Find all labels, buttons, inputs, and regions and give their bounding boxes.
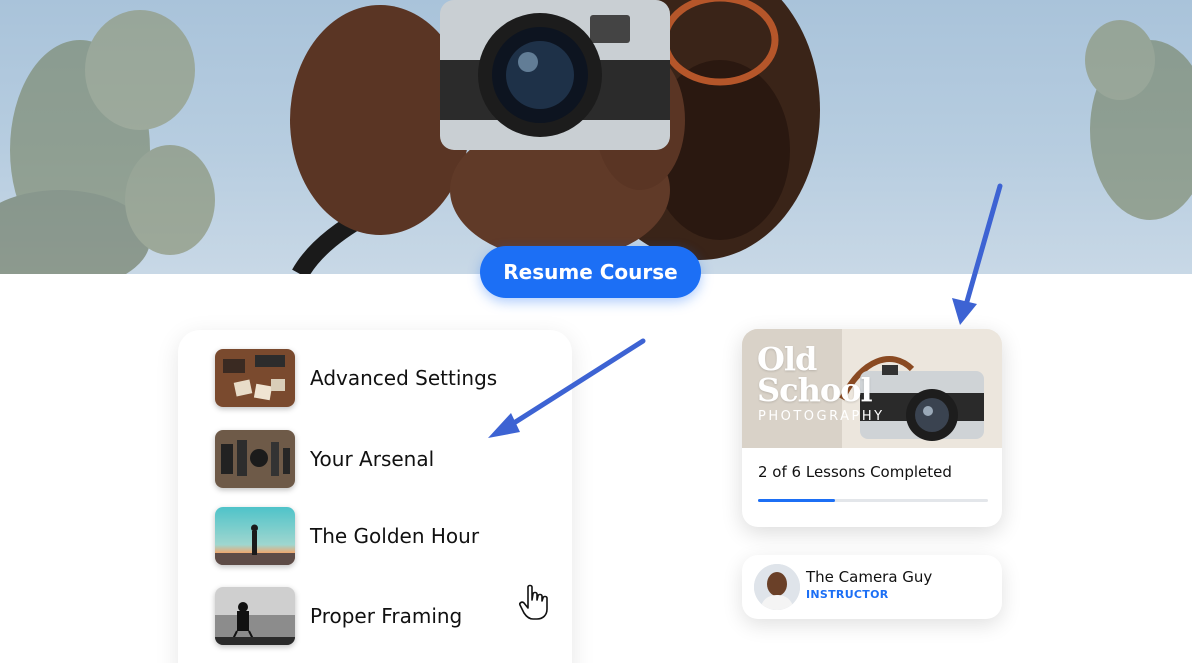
lesson-thumbnail — [215, 587, 295, 645]
lesson-thumbnail — [215, 430, 295, 488]
instructor-card[interactable]: The Camera Guy INSTRUCTOR — [742, 555, 1002, 619]
lessons-completed-text: 2 of 6 Lessons Completed — [758, 463, 952, 481]
lesson-thumbnail — [215, 349, 295, 407]
instructor-name: The Camera Guy — [806, 568, 933, 586]
course-progress-card[interactable]: Old School PHOTOGRAPHY 2 of 6 Lessons Co… — [742, 329, 1002, 527]
lesson-title: Proper Framing — [310, 604, 463, 628]
hero-image — [0, 0, 1192, 274]
course-cover-image: Old School PHOTOGRAPHY — [742, 329, 1002, 448]
avatar — [754, 564, 800, 610]
course-page: Resume Course Advanced Settings Your Ars… — [0, 0, 1192, 663]
lesson-title: The Golden Hour — [310, 524, 480, 548]
resume-course-button[interactable]: Resume Course — [480, 246, 701, 298]
lesson-title: Advanced Settings — [310, 366, 498, 390]
lesson-title: Your Arsenal — [310, 447, 435, 471]
progress-bar-fill — [758, 499, 835, 502]
lesson-thumbnail — [215, 507, 295, 565]
cover-title-line2: School — [757, 371, 873, 409]
lesson-item-advanced-settings[interactable]: Advanced Settings — [215, 349, 545, 407]
lesson-list: Advanced Settings Your Arsenal The Golde… — [178, 330, 572, 663]
instructor-role: INSTRUCTOR — [806, 588, 889, 601]
progress-bar — [758, 499, 988, 502]
cover-subtitle: PHOTOGRAPHY — [758, 409, 885, 424]
lesson-item-your-arsenal[interactable]: Your Arsenal — [215, 430, 545, 488]
lesson-item-proper-framing[interactable]: Proper Framing — [215, 587, 545, 645]
lesson-item-the-golden-hour[interactable]: The Golden Hour — [215, 507, 545, 565]
hand-pointer-icon — [519, 584, 548, 620]
